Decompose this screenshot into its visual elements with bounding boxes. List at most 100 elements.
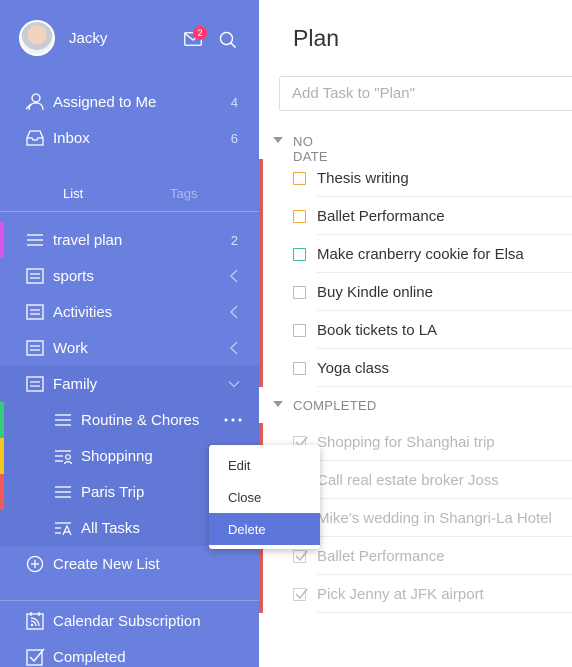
task-checkbox-checked[interactable]	[293, 550, 308, 563]
list-label: Paris Trip	[81, 484, 145, 501]
nav-count: 6	[230, 131, 238, 146]
search-icon[interactable]	[219, 31, 237, 49]
folder-label: sports	[53, 268, 94, 285]
menu-item-delete[interactable]: Delete	[209, 513, 320, 545]
task-title[interactable]: Make cranberry cookie for Elsa	[317, 246, 524, 263]
task-title[interactable]: Buy Kindle online	[317, 284, 433, 301]
task-title[interactable]: Call real estate broker Joss	[317, 472, 499, 489]
nav-label: Assigned to Me	[53, 94, 157, 111]
list-item-routine-chores[interactable]: Routine & Chores	[0, 402, 259, 438]
task-title[interactable]: Yoga class	[317, 360, 389, 377]
list-label: Shoppinng	[81, 448, 153, 465]
task-title[interactable]: Ballet Performance	[317, 548, 445, 565]
tab-list[interactable]: List	[63, 186, 83, 201]
task-checkbox[interactable]	[293, 210, 306, 223]
task-checkbox[interactable]	[293, 286, 306, 299]
unread-badge: 2	[193, 26, 207, 40]
task-divider	[317, 386, 572, 387]
collapse-triangle-icon[interactable]	[273, 401, 283, 407]
calendar-rss-icon	[26, 612, 44, 630]
nav-inbox[interactable]: Inbox 6	[0, 120, 259, 156]
list-label: travel plan	[53, 232, 123, 249]
task-title[interactable]: Pick Jenny at JFK airport	[317, 586, 484, 603]
task-title[interactable]: Book tickets to LA	[317, 322, 437, 339]
more-options-icon[interactable]	[224, 418, 242, 422]
folder-item-family[interactable]: Family	[0, 366, 259, 402]
collapse-triangle-icon[interactable]	[273, 137, 283, 143]
folder-icon	[26, 268, 44, 284]
nav-label: Inbox	[53, 130, 90, 147]
task-divider	[317, 612, 572, 613]
list-item-travel-plan[interactable]: travel plan 2	[0, 222, 259, 258]
folder-icon	[26, 304, 44, 320]
task-checkbox[interactable]	[293, 362, 306, 375]
nav-count: 4	[230, 95, 238, 110]
folder-label: Activities	[53, 304, 113, 321]
chevron-left-icon[interactable]	[228, 341, 240, 355]
task-title[interactable]: Ballet Performance	[317, 208, 445, 225]
task-title[interactable]: Mike’s wedding in Shangri-La Hotel	[317, 510, 552, 527]
folder-item-work[interactable]: Work	[0, 330, 259, 366]
completed-check-icon	[26, 648, 45, 666]
plus-circle-icon	[26, 555, 44, 573]
assigned-user-icon	[25, 93, 44, 111]
task-checkbox[interactable]	[293, 248, 306, 261]
list-color-strip	[0, 438, 4, 474]
task-checkbox[interactable]	[293, 324, 306, 337]
sidebar-tabs: List Tags	[0, 176, 259, 212]
folder-label: Family	[53, 376, 98, 393]
task-item[interactable]: Thesis writing	[259, 159, 572, 197]
menu-label: Close	[228, 490, 262, 505]
check-icon	[295, 550, 308, 562]
all-tasks-icon	[55, 522, 72, 536]
list-icon	[55, 414, 71, 426]
list-label: All Tasks	[81, 520, 140, 537]
add-task-input[interactable]	[292, 85, 552, 102]
chevron-left-icon[interactable]	[228, 305, 240, 319]
nav-label: Calendar Subscription	[53, 613, 201, 630]
nav-calendar-subscription[interactable]: Calendar Subscription	[0, 603, 259, 639]
list-color-strip	[0, 402, 4, 438]
chevron-down-icon[interactable]	[228, 377, 240, 391]
task-item[interactable]: Ballet Performance	[259, 197, 572, 235]
page-title: Plan	[293, 25, 340, 51]
nav-label: Completed	[53, 649, 126, 666]
add-task-box[interactable]	[279, 76, 572, 111]
list-count: 2	[230, 233, 238, 248]
task-title[interactable]: Shopping for Shanghai trip	[317, 434, 495, 451]
folder-item-activities[interactable]: Activities	[0, 294, 259, 330]
menu-item-edit[interactable]: Edit	[209, 449, 320, 481]
priority-strip	[259, 159, 263, 387]
folder-item-sports[interactable]: sports	[0, 258, 259, 294]
nav-completed[interactable]: Completed	[0, 639, 259, 667]
nav-assigned-to-me[interactable]: Assigned to Me 4	[0, 84, 259, 120]
list-label: Routine & Chores	[81, 412, 200, 429]
avatar[interactable]	[19, 20, 55, 56]
create-new-list-button[interactable]: Create New List	[0, 546, 259, 582]
check-icon	[295, 588, 308, 600]
task-checkbox[interactable]	[293, 172, 306, 185]
task-item[interactable]: Book tickets to LA	[259, 311, 572, 349]
completed-task-item[interactable]: Pick Jenny at JFK airport	[259, 575, 572, 613]
chevron-left-icon[interactable]	[228, 269, 240, 283]
folder-icon	[26, 340, 44, 356]
task-item[interactable]: Buy Kindle online	[259, 273, 572, 311]
shared-list-icon	[55, 450, 73, 465]
tab-tags[interactable]: Tags	[170, 186, 197, 201]
menu-label: Edit	[228, 458, 251, 473]
sidebar: Jacky 2 Assigned to Me 4 Inbox 6 List Ta…	[0, 0, 259, 667]
section-title: COMPLETED	[293, 398, 377, 413]
task-item[interactable]: Yoga class	[259, 349, 572, 387]
create-list-label: Create New List	[53, 556, 160, 573]
task-title[interactable]: Thesis writing	[317, 170, 409, 187]
profile-header: Jacky 2	[0, 0, 259, 80]
main-panel: Plan NO DATE Thesis writing Ballet Perfo…	[259, 0, 572, 667]
username[interactable]: Jacky	[69, 30, 107, 47]
folder-label: Work	[53, 340, 88, 357]
task-item[interactable]: Make cranberry cookie for Elsa	[259, 235, 572, 273]
list-color-strip	[0, 222, 4, 258]
menu-label: Delete	[228, 522, 266, 537]
sidebar-divider	[0, 600, 259, 601]
task-checkbox-checked[interactable]	[293, 588, 308, 601]
menu-item-close[interactable]: Close	[209, 481, 320, 513]
